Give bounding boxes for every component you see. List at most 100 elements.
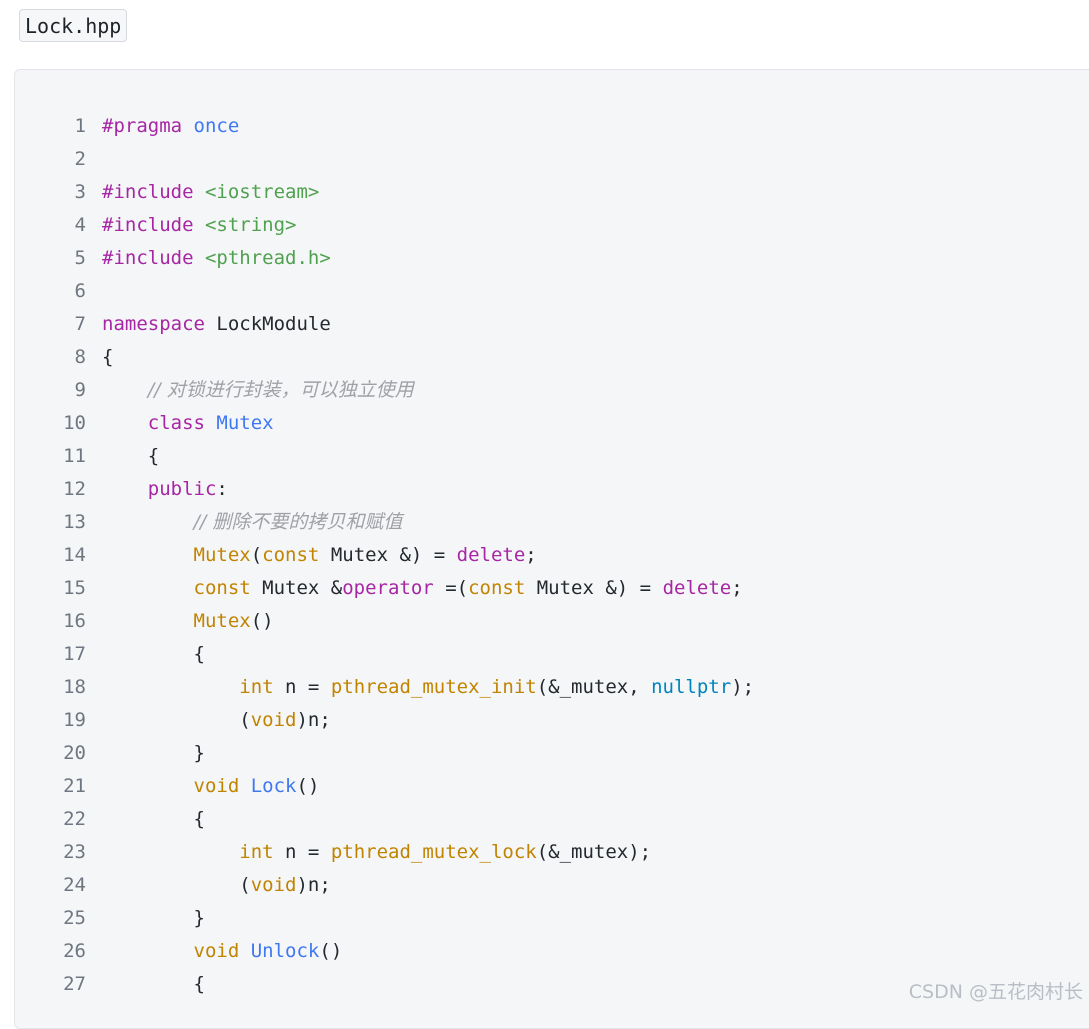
- code-line: 20 }: [15, 737, 754, 770]
- line-number: 15: [63, 577, 86, 599]
- code-line: 21 void Lock(): [15, 770, 754, 803]
- code-token: pthread_mutex_init: [330, 676, 537, 698]
- code-token: pthread_mutex_lock: [330, 841, 537, 863]
- code-token: Mutex &) =: [319, 544, 457, 566]
- code-token: public: [147, 478, 217, 500]
- code-token: #pragma: [102, 115, 183, 137]
- line-number: 26: [63, 940, 86, 962]
- code-token: n =: [273, 676, 331, 698]
- code-token: // 对锁进行封装，可以独立使用: [147, 379, 414, 401]
- line-number: 20: [63, 742, 86, 764]
- code-line: 4 #include <string>: [15, 209, 754, 242]
- code-token: n =: [273, 841, 331, 863]
- code-token: =(: [433, 577, 469, 599]
- code-token: )n;: [296, 874, 331, 896]
- code-token: Mutex: [193, 610, 251, 632]
- line-number: 27: [63, 973, 86, 995]
- code-text: class Mutex: [102, 407, 274, 440]
- code-token: once: [193, 115, 240, 137]
- line-number: 22: [63, 808, 86, 830]
- code-text: #include <string>: [102, 209, 296, 242]
- line-number: 7: [74, 313, 86, 335]
- line-number: 1: [74, 115, 86, 137]
- line-number: 10: [63, 412, 86, 434]
- line-number: 6: [74, 280, 86, 302]
- code-token: (: [102, 874, 251, 896]
- code-text: {: [102, 638, 205, 671]
- code-text: void Lock(): [102, 770, 320, 803]
- line-number: 16: [63, 610, 86, 632]
- code-line: 8{: [15, 341, 754, 374]
- line-number: 8: [74, 346, 86, 368]
- code-token: {: [102, 808, 205, 830]
- code-text: public:: [102, 473, 228, 506]
- code-token: void: [193, 775, 240, 797]
- code-line: 11 {: [15, 440, 754, 473]
- code-line: 9 // 对锁进行封装，可以独立使用: [15, 374, 754, 407]
- code-line: 15 const Mutex &operator =(const Mutex &…: [15, 572, 754, 605]
- watermark: CSDN @五花肉村长: [908, 981, 1083, 1003]
- code-token: int: [239, 676, 274, 698]
- line-number: 4: [74, 214, 86, 236]
- code-token: );: [731, 676, 755, 698]
- line-number: 24: [63, 874, 86, 896]
- code-token: (&_mutex,: [536, 676, 652, 698]
- code-token: (): [250, 610, 274, 632]
- code-token: (: [250, 544, 263, 566]
- line-number: 9: [74, 379, 86, 401]
- code-line: 19 (void)n;: [15, 704, 754, 737]
- code-token: Unlock: [250, 940, 320, 962]
- code-line: 18 int n = pthread_mutex_init(&_mutex, n…: [15, 671, 754, 704]
- code-token: Lock: [250, 775, 297, 797]
- code-token: delete: [662, 577, 732, 599]
- code-token: }: [102, 742, 205, 764]
- code-text: (void)n;: [102, 869, 331, 902]
- code-line: 24 (void)n;: [15, 869, 754, 902]
- code-text: #include <pthread.h>: [102, 242, 331, 275]
- line-number: 14: [63, 544, 86, 566]
- code-text: }: [102, 737, 205, 770]
- line-number: 23: [63, 841, 86, 863]
- code-block: 1 #pragma once 2 3 #include <iostream> 4 #incl…: [14, 69, 1089, 1029]
- code-token: operator: [342, 577, 434, 599]
- code-token: Mutex &: [250, 577, 343, 599]
- code-line: 22 {: [15, 803, 754, 836]
- code-token: const: [262, 544, 320, 566]
- code-text: namespace LockModule: [102, 308, 331, 341]
- code-line: 25 }: [15, 902, 754, 935]
- code-line: 7 namespace LockModule: [15, 308, 754, 341]
- code-token: (&_mutex);: [536, 841, 652, 863]
- code-text: {: [102, 803, 205, 836]
- code-line: 5 #include <pthread.h>: [15, 242, 754, 275]
- code-token: Mutex &) =: [525, 577, 663, 599]
- code-token: // 删除不要的拷贝和赋值: [193, 511, 403, 533]
- code-token: const: [193, 577, 251, 599]
- code-token: class: [147, 412, 205, 434]
- code-token: #include: [102, 247, 194, 269]
- code-token: delete: [456, 544, 526, 566]
- code-text: int n = pthread_mutex_init(&_mutex, null…: [102, 671, 754, 704]
- line-number: 2: [74, 148, 86, 170]
- code-token: :: [216, 478, 228, 500]
- line-number: 12: [63, 478, 86, 500]
- code-token: int: [239, 841, 274, 863]
- code-line: 13 // 删除不要的拷贝和赋值: [15, 506, 754, 539]
- code-text: (void)n;: [102, 704, 331, 737]
- code-token: LockModule: [204, 313, 331, 335]
- code-line: 2: [15, 143, 754, 176]
- code-text: const Mutex &operator =(const Mutex &) =…: [102, 572, 743, 605]
- line-number: 21: [63, 775, 86, 797]
- code-token: void: [250, 874, 297, 896]
- code-token: #include: [102, 214, 194, 236]
